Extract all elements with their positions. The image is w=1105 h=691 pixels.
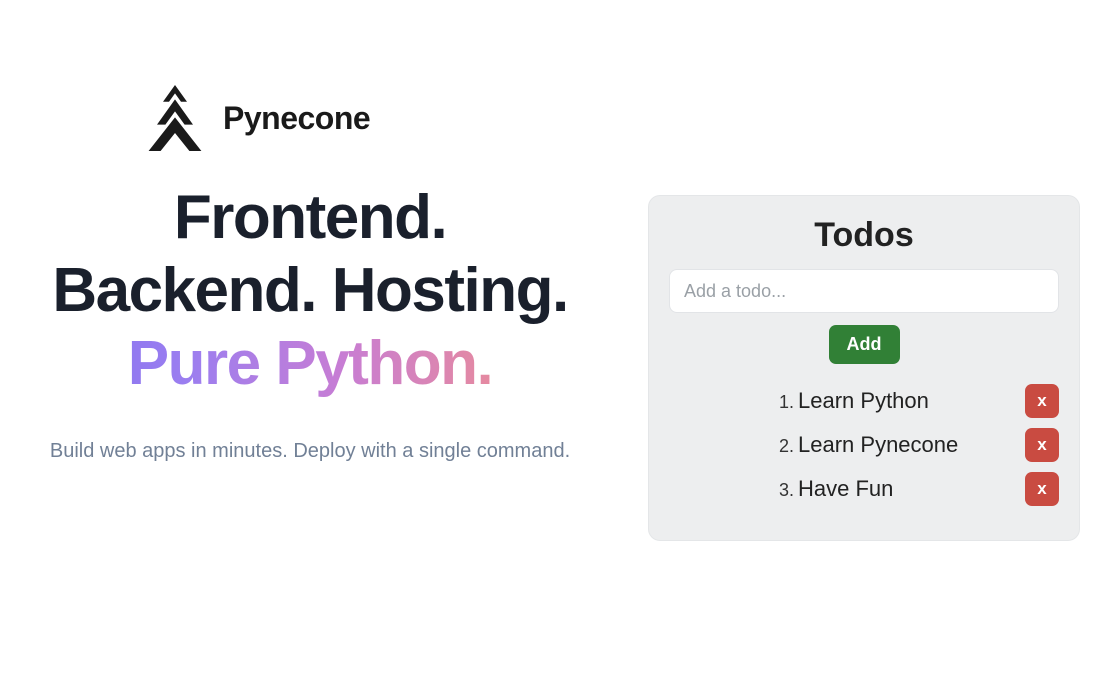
todo-item: 2. Learn Pynecone x bbox=[779, 428, 1059, 462]
remove-button[interactable]: x bbox=[1025, 428, 1059, 462]
hero-headline: Frontend. Backend. Hosting. Pure Python. bbox=[0, 181, 620, 400]
todo-item: 3. Have Fun x bbox=[779, 472, 1059, 506]
add-button[interactable]: Add bbox=[829, 325, 900, 364]
brand-name: Pynecone bbox=[223, 100, 370, 137]
todo-item-number: 3. bbox=[779, 480, 794, 501]
todo-item-text: Learn Python bbox=[798, 388, 929, 414]
todo-list: 1. Learn Python x 2. Learn Pynecone x 3.… bbox=[669, 384, 1059, 506]
todo-item: 1. Learn Python x bbox=[779, 384, 1059, 418]
todo-item-text: Have Fun bbox=[798, 476, 893, 502]
brand-row: Pynecone bbox=[145, 85, 620, 151]
headline-line-3: Pure Python. bbox=[0, 327, 620, 400]
headline-line-2: Backend. Hosting. bbox=[0, 254, 620, 327]
pynecone-logo-icon bbox=[145, 85, 205, 151]
todo-input[interactable] bbox=[669, 269, 1059, 313]
todo-item-left: 3. Have Fun bbox=[779, 476, 893, 502]
todo-item-left: 2. Learn Pynecone bbox=[779, 432, 958, 458]
todo-item-number: 2. bbox=[779, 436, 794, 457]
hero-section: Pynecone Frontend. Backend. Hosting. Pur… bbox=[0, 85, 620, 463]
todo-card: Todos Add 1. Learn Python x 2. Learn Pyn… bbox=[648, 195, 1080, 541]
todo-item-text: Learn Pynecone bbox=[798, 432, 958, 458]
todo-add-wrap: Add bbox=[669, 325, 1059, 364]
todo-item-number: 1. bbox=[779, 392, 794, 413]
remove-button[interactable]: x bbox=[1025, 384, 1059, 418]
headline-line-1: Frontend. bbox=[0, 181, 620, 254]
hero-subhead: Build web apps in minutes. Deploy with a… bbox=[0, 440, 620, 463]
remove-button[interactable]: x bbox=[1025, 472, 1059, 506]
todo-title: Todos bbox=[669, 216, 1059, 255]
todo-item-left: 1. Learn Python bbox=[779, 388, 929, 414]
